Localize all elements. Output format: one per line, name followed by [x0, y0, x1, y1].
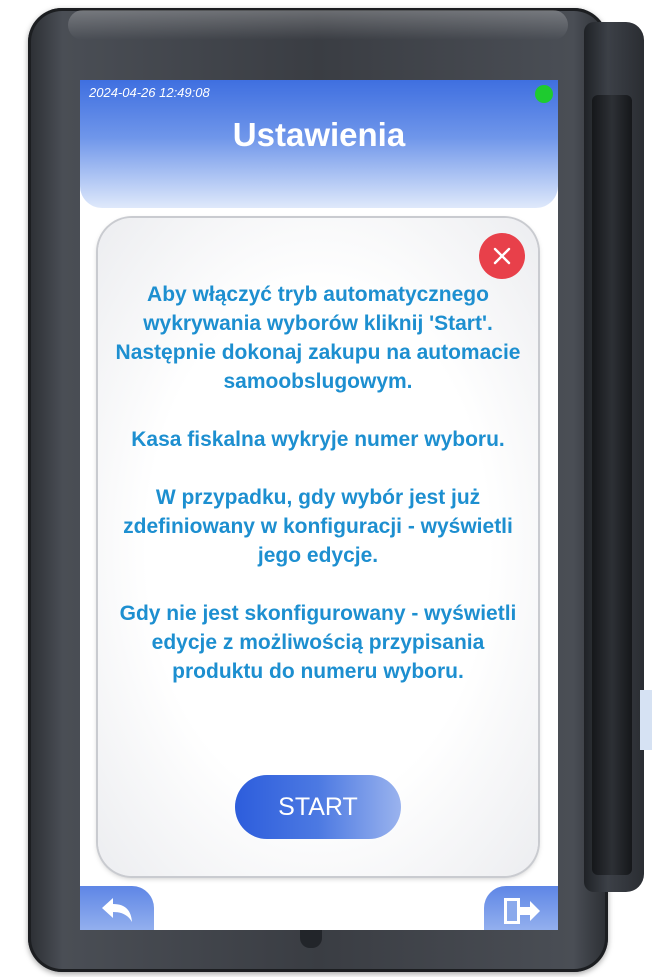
datetime-label: 2024-04-26 12:49:08 [89, 85, 210, 100]
instruction-paragraph: W przypadku, gdy wybór jest już zdefinio… [123, 486, 513, 567]
back-button[interactable] [80, 886, 154, 930]
device-sheen [68, 10, 568, 40]
page-title: Ustawienia [232, 116, 406, 153]
terminal-screen: 2024-04-26 12:49:08 Ustawienia Aby włącz… [80, 80, 558, 930]
instruction-paragraph: Gdy nie jest skonfigurowany - wyświetli … [119, 602, 517, 683]
exit-door-icon [504, 898, 540, 924]
connection-status-indicator [535, 85, 553, 103]
instruction-paragraph: Aby włączyć tryb automatycznego wykrywan… [115, 283, 521, 393]
instruction-text: Aby włączyć tryb automatycznego wykrywan… [108, 280, 528, 715]
header-bar: 2024-04-26 12:49:08 Ustawienia [80, 80, 558, 208]
card-reader-slot [592, 95, 632, 875]
device-notch [300, 930, 322, 948]
instruction-paragraph: Kasa fiskalna wykryje numer wyboru. [131, 428, 505, 451]
side-reflection [640, 690, 652, 750]
back-arrow-icon [102, 898, 132, 922]
exit-button[interactable] [484, 886, 558, 930]
close-button[interactable] [479, 233, 525, 279]
start-button[interactable]: START [235, 775, 401, 839]
close-icon [493, 247, 511, 265]
